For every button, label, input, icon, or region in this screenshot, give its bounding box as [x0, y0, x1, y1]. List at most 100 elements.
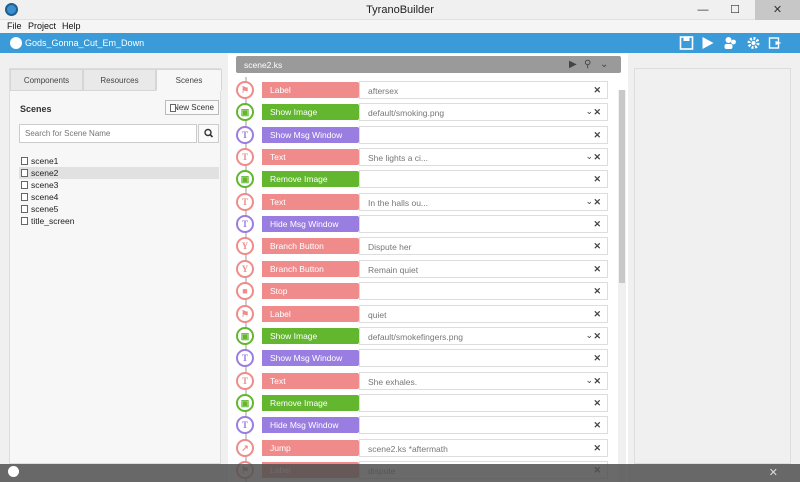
close-window-button[interactable]: ✕ [755, 0, 800, 20]
scene-item[interactable]: scene2 [19, 167, 219, 179]
component-type-label[interactable]: Show Msg Window [262, 350, 364, 367]
component-type-label[interactable]: Text [262, 149, 364, 166]
scene-item[interactable]: scene5 [19, 203, 219, 215]
component-type-label[interactable]: Hide Msg Window [262, 216, 364, 233]
component-value-box[interactable]: default/smoking.png ⌄ ✕ [359, 103, 608, 122]
component-type-label[interactable]: Jump [262, 439, 364, 456]
maximize-button[interactable]: ☐ [720, 0, 750, 20]
component-row[interactable]: ▣ Show Image default/smoking.png ⌄ ✕ [236, 103, 611, 122]
remove-icon[interactable]: ✕ [593, 197, 601, 208]
component-value-box[interactable]: ✕ [359, 349, 608, 368]
preview-play-icon[interactable]: ▶ [569, 59, 577, 70]
tab-scenes[interactable]: Scenes [156, 69, 222, 91]
component-row[interactable]: T Hide Msg Window ✕ [236, 416, 611, 435]
component-type-label[interactable]: Hide Msg Window [262, 417, 364, 434]
component-row[interactable]: ↗ Jump scene2.ks *aftermath ✕ [236, 438, 611, 457]
component-type-label[interactable]: Show Image [262, 104, 364, 121]
component-type-label[interactable]: Text [262, 372, 364, 389]
export-icon[interactable] [768, 36, 783, 50]
chat-icon[interactable] [8, 466, 19, 477]
component-value-box[interactable]: ✕ [359, 125, 608, 144]
component-type-label[interactable]: Show Msg Window [262, 126, 364, 143]
search-icon[interactable]: ⚲ [584, 59, 591, 70]
component-row[interactable]: ▣ Remove Image ✕ [236, 393, 611, 412]
component-value-box[interactable]: In the halls ou... ⌄ ✕ [359, 192, 608, 211]
play-icon[interactable] [700, 36, 715, 50]
component-type-label[interactable]: Remove Image [262, 394, 364, 411]
remove-icon[interactable]: ✕ [593, 85, 601, 96]
component-row[interactable]: T Text In the halls ou... ⌄ ✕ [236, 192, 611, 211]
scene-item[interactable]: title_screen [19, 215, 219, 227]
save-icon[interactable] [679, 36, 694, 50]
component-row[interactable]: ⚑ Label aftersex ✕ [236, 81, 611, 99]
component-type-label[interactable]: Label [262, 305, 364, 322]
chevron-down-icon[interactable]: ⌄ [585, 151, 593, 162]
chevron-down-icon[interactable]: ⌄ [585, 330, 593, 341]
component-row[interactable]: ■ Stop ✕ [236, 282, 611, 301]
remove-icon[interactable]: ✕ [593, 353, 601, 364]
close-icon[interactable]: ✕ [769, 466, 778, 479]
remove-icon[interactable]: ✕ [593, 130, 601, 141]
remove-icon[interactable]: ✕ [593, 107, 601, 118]
remove-icon[interactable]: ✕ [593, 219, 601, 230]
component-row[interactable]: Y Branch Button Dispute her ✕ [236, 237, 611, 256]
chevron-down-icon[interactable]: ⌄ [585, 106, 593, 117]
remove-icon[interactable]: ✕ [593, 309, 601, 320]
component-type-label[interactable]: Branch Button [262, 238, 364, 255]
chevron-down-icon[interactable]: ⌄ [600, 59, 608, 70]
remove-icon[interactable]: ✕ [593, 376, 601, 387]
chevron-down-icon[interactable]: ⌄ [585, 196, 593, 207]
component-row[interactable]: ⚑ Label quiet ✕ [236, 304, 611, 323]
component-value-box[interactable]: ✕ [359, 282, 608, 301]
component-row[interactable]: T Show Msg Window ✕ [236, 349, 611, 368]
component-type-label[interactable]: Show Image [262, 327, 364, 344]
editor-scrollbar[interactable] [618, 90, 626, 482]
remove-icon[interactable]: ✕ [593, 398, 601, 409]
component-type-label[interactable]: Remove Image [262, 171, 364, 188]
scene-item[interactable]: scene1 [19, 155, 219, 167]
component-value-box[interactable]: quiet ✕ [359, 304, 608, 323]
menu-help[interactable]: Help [62, 21, 81, 31]
component-value-box[interactable]: She exhales. ⌄ ✕ [359, 371, 608, 390]
component-value-box[interactable]: Remain quiet ✕ [359, 259, 608, 278]
minimize-button[interactable]: — [688, 0, 718, 20]
component-value-box[interactable]: aftersex ✕ [359, 81, 608, 99]
remove-icon[interactable]: ✕ [593, 264, 601, 275]
remove-icon[interactable]: ✕ [593, 443, 601, 454]
scene-item[interactable]: scene4 [19, 191, 219, 203]
remove-icon[interactable]: ✕ [593, 286, 601, 297]
component-value-box[interactable]: Dispute her ✕ [359, 237, 608, 256]
component-value-box[interactable]: ✕ [359, 215, 608, 234]
remove-icon[interactable]: ✕ [593, 241, 601, 252]
component-row[interactable]: Y Branch Button Remain quiet ✕ [236, 259, 611, 278]
component-row[interactable]: ▣ Remove Image ✕ [236, 170, 611, 189]
component-value-box[interactable]: scene2.ks *aftermath ✕ [359, 438, 608, 457]
component-value-box[interactable]: ✕ [359, 170, 608, 189]
remove-icon[interactable]: ✕ [593, 331, 601, 342]
characters-icon[interactable] [723, 36, 738, 50]
scene-search-input[interactable] [19, 124, 197, 143]
component-row[interactable]: T Text She lights a ci... ⌄ ✕ [236, 148, 611, 167]
tab-resources[interactable]: Resources [83, 69, 156, 91]
new-scene-button[interactable]: New Scene [165, 100, 219, 115]
component-type-label[interactable]: Stop [262, 283, 364, 300]
component-value-box[interactable]: ✕ [359, 416, 608, 435]
scene-item[interactable]: scene3 [19, 179, 219, 191]
menu-file[interactable]: File [7, 21, 22, 31]
component-type-label[interactable]: Branch Button [262, 260, 364, 277]
component-row[interactable]: T Text She exhales. ⌄ ✕ [236, 371, 611, 390]
scrollbar-thumb[interactable] [619, 90, 625, 283]
component-row[interactable]: T Show Msg Window ✕ [236, 125, 611, 144]
component-value-box[interactable]: She lights a ci... ⌄ ✕ [359, 148, 608, 167]
component-type-label[interactable]: Label [262, 82, 364, 98]
component-row[interactable]: T Hide Msg Window ✕ [236, 215, 611, 234]
settings-icon[interactable] [746, 36, 761, 50]
chevron-down-icon[interactable]: ⌄ [585, 375, 593, 386]
remove-icon[interactable]: ✕ [593, 174, 601, 185]
component-value-box[interactable]: default/smokefingers.png ⌄ ✕ [359, 326, 608, 345]
component-type-label[interactable]: Text [262, 193, 364, 210]
tab-components[interactable]: Components [10, 69, 83, 91]
component-row[interactable]: ▣ Show Image default/smokefingers.png ⌄ ✕ [236, 326, 611, 345]
search-button[interactable] [198, 124, 219, 143]
menu-project[interactable]: Project [28, 21, 56, 31]
